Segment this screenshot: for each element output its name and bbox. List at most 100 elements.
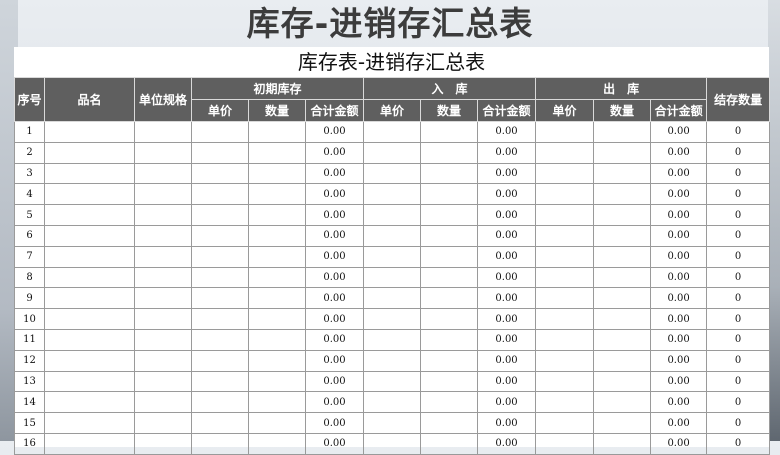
out-total-cell[interactable]: 0.00 (650, 141, 708, 164)
opening-quantity-cell[interactable] (248, 349, 306, 372)
out-quantity-cell[interactable] (593, 391, 652, 414)
in-total-cell[interactable]: 0.00 (477, 370, 537, 393)
opening-total-cell[interactable]: 0.00 (304, 183, 365, 206)
out-total-cell[interactable]: 0.00 (650, 121, 708, 143)
unit-spec-cell[interactable] (134, 162, 192, 185)
unit-spec-cell[interactable] (134, 370, 192, 393)
opening-quantity-cell[interactable] (248, 121, 306, 143)
out-unit-price-cell[interactable] (535, 245, 595, 268)
in-unit-price-cell[interactable] (363, 370, 422, 393)
seq-cell[interactable]: 11 (14, 328, 45, 351)
in-unit-price-cell[interactable] (363, 287, 422, 310)
unit-spec-cell[interactable] (134, 224, 192, 247)
opening-total-cell[interactable]: 0.00 (304, 391, 365, 414)
seq-cell[interactable]: 2 (14, 141, 45, 164)
in-total-cell[interactable]: 0.00 (477, 308, 537, 330)
in-unit-price-cell[interactable] (363, 266, 422, 289)
unit-spec-cell[interactable] (134, 308, 192, 330)
in-quantity-cell[interactable] (420, 432, 479, 455)
opening-quantity-cell[interactable] (248, 141, 306, 164)
out-unit-price-cell[interactable] (535, 121, 595, 143)
opening-quantity-cell[interactable] (248, 391, 306, 414)
name-cell[interactable] (44, 349, 135, 372)
unit-spec-cell[interactable] (134, 432, 192, 455)
closing-qty-cell[interactable]: 0 (706, 412, 771, 434)
opening-unit-price-cell[interactable] (191, 287, 249, 310)
unit-spec-cell[interactable] (134, 287, 192, 310)
in-unit-price-cell[interactable] (363, 432, 422, 455)
out-quantity-cell[interactable] (593, 328, 652, 351)
opening-total-cell[interactable]: 0.00 (304, 245, 365, 268)
seq-cell[interactable]: 10 (14, 308, 45, 330)
unit-spec-cell[interactable] (134, 204, 192, 226)
opening-unit-price-cell[interactable] (191, 370, 249, 393)
in-quantity-cell[interactable] (420, 204, 479, 226)
opening-quantity-cell[interactable] (248, 245, 306, 268)
in-quantity-cell[interactable] (420, 391, 479, 414)
opening-unit-price-cell[interactable] (191, 141, 249, 164)
in-unit-price-cell[interactable] (363, 328, 422, 351)
name-cell[interactable] (44, 141, 135, 164)
opening-total-cell[interactable]: 0.00 (304, 141, 365, 164)
unit-spec-cell[interactable] (134, 141, 192, 164)
in-quantity-cell[interactable] (420, 162, 479, 185)
closing-qty-cell[interactable]: 0 (706, 308, 771, 330)
name-cell[interactable] (44, 224, 135, 247)
closing-qty-cell[interactable]: 0 (706, 370, 771, 393)
opening-unit-price-cell[interactable] (191, 349, 249, 372)
opening-quantity-cell[interactable] (248, 224, 306, 247)
in-quantity-cell[interactable] (420, 141, 479, 164)
out-quantity-cell[interactable] (593, 412, 652, 434)
unit-spec-cell[interactable] (134, 245, 192, 268)
in-total-cell[interactable]: 0.00 (477, 391, 537, 414)
opening-total-cell[interactable]: 0.00 (304, 287, 365, 310)
out-total-cell[interactable]: 0.00 (650, 370, 708, 393)
in-total-cell[interactable]: 0.00 (477, 432, 537, 455)
name-cell[interactable] (44, 266, 135, 289)
closing-qty-cell[interactable]: 0 (706, 224, 771, 247)
opening-unit-price-cell[interactable] (191, 245, 249, 268)
in-total-cell[interactable]: 0.00 (477, 121, 537, 143)
opening-total-cell[interactable]: 0.00 (304, 432, 365, 455)
out-quantity-cell[interactable] (593, 245, 652, 268)
name-cell[interactable] (44, 308, 135, 330)
in-unit-price-cell[interactable] (363, 308, 422, 330)
out-unit-price-cell[interactable] (535, 349, 595, 372)
out-total-cell[interactable]: 0.00 (650, 245, 708, 268)
opening-total-cell[interactable]: 0.00 (304, 308, 365, 330)
in-total-cell[interactable]: 0.00 (477, 162, 537, 185)
seq-cell[interactable]: 5 (14, 204, 45, 226)
seq-cell[interactable]: 6 (14, 224, 45, 247)
name-cell[interactable] (44, 121, 135, 143)
in-unit-price-cell[interactable] (363, 412, 422, 434)
out-quantity-cell[interactable] (593, 204, 652, 226)
name-cell[interactable] (44, 370, 135, 393)
name-cell[interactable] (44, 245, 135, 268)
out-total-cell[interactable]: 0.00 (650, 349, 708, 372)
seq-cell[interactable]: 13 (14, 370, 45, 393)
out-quantity-cell[interactable] (593, 224, 652, 247)
seq-cell[interactable]: 4 (14, 183, 45, 206)
in-unit-price-cell[interactable] (363, 391, 422, 414)
closing-qty-cell[interactable]: 0 (706, 432, 771, 455)
in-quantity-cell[interactable] (420, 328, 479, 351)
in-quantity-cell[interactable] (420, 287, 479, 310)
out-unit-price-cell[interactable] (535, 287, 595, 310)
out-total-cell[interactable]: 0.00 (650, 432, 708, 455)
in-total-cell[interactable]: 0.00 (477, 204, 537, 226)
in-quantity-cell[interactable] (420, 245, 479, 268)
name-cell[interactable] (44, 412, 135, 434)
closing-qty-cell[interactable]: 0 (706, 349, 771, 372)
in-quantity-cell[interactable] (420, 121, 479, 143)
in-unit-price-cell[interactable] (363, 141, 422, 164)
unit-spec-cell[interactable] (134, 121, 192, 143)
out-total-cell[interactable]: 0.00 (650, 266, 708, 289)
opening-total-cell[interactable]: 0.00 (304, 162, 365, 185)
seq-cell[interactable]: 16 (14, 432, 45, 455)
opening-total-cell[interactable]: 0.00 (304, 204, 365, 226)
seq-cell[interactable]: 8 (14, 266, 45, 289)
in-total-cell[interactable]: 0.00 (477, 245, 537, 268)
opening-unit-price-cell[interactable] (191, 204, 249, 226)
out-unit-price-cell[interactable] (535, 204, 595, 226)
closing-qty-cell[interactable]: 0 (706, 183, 771, 206)
